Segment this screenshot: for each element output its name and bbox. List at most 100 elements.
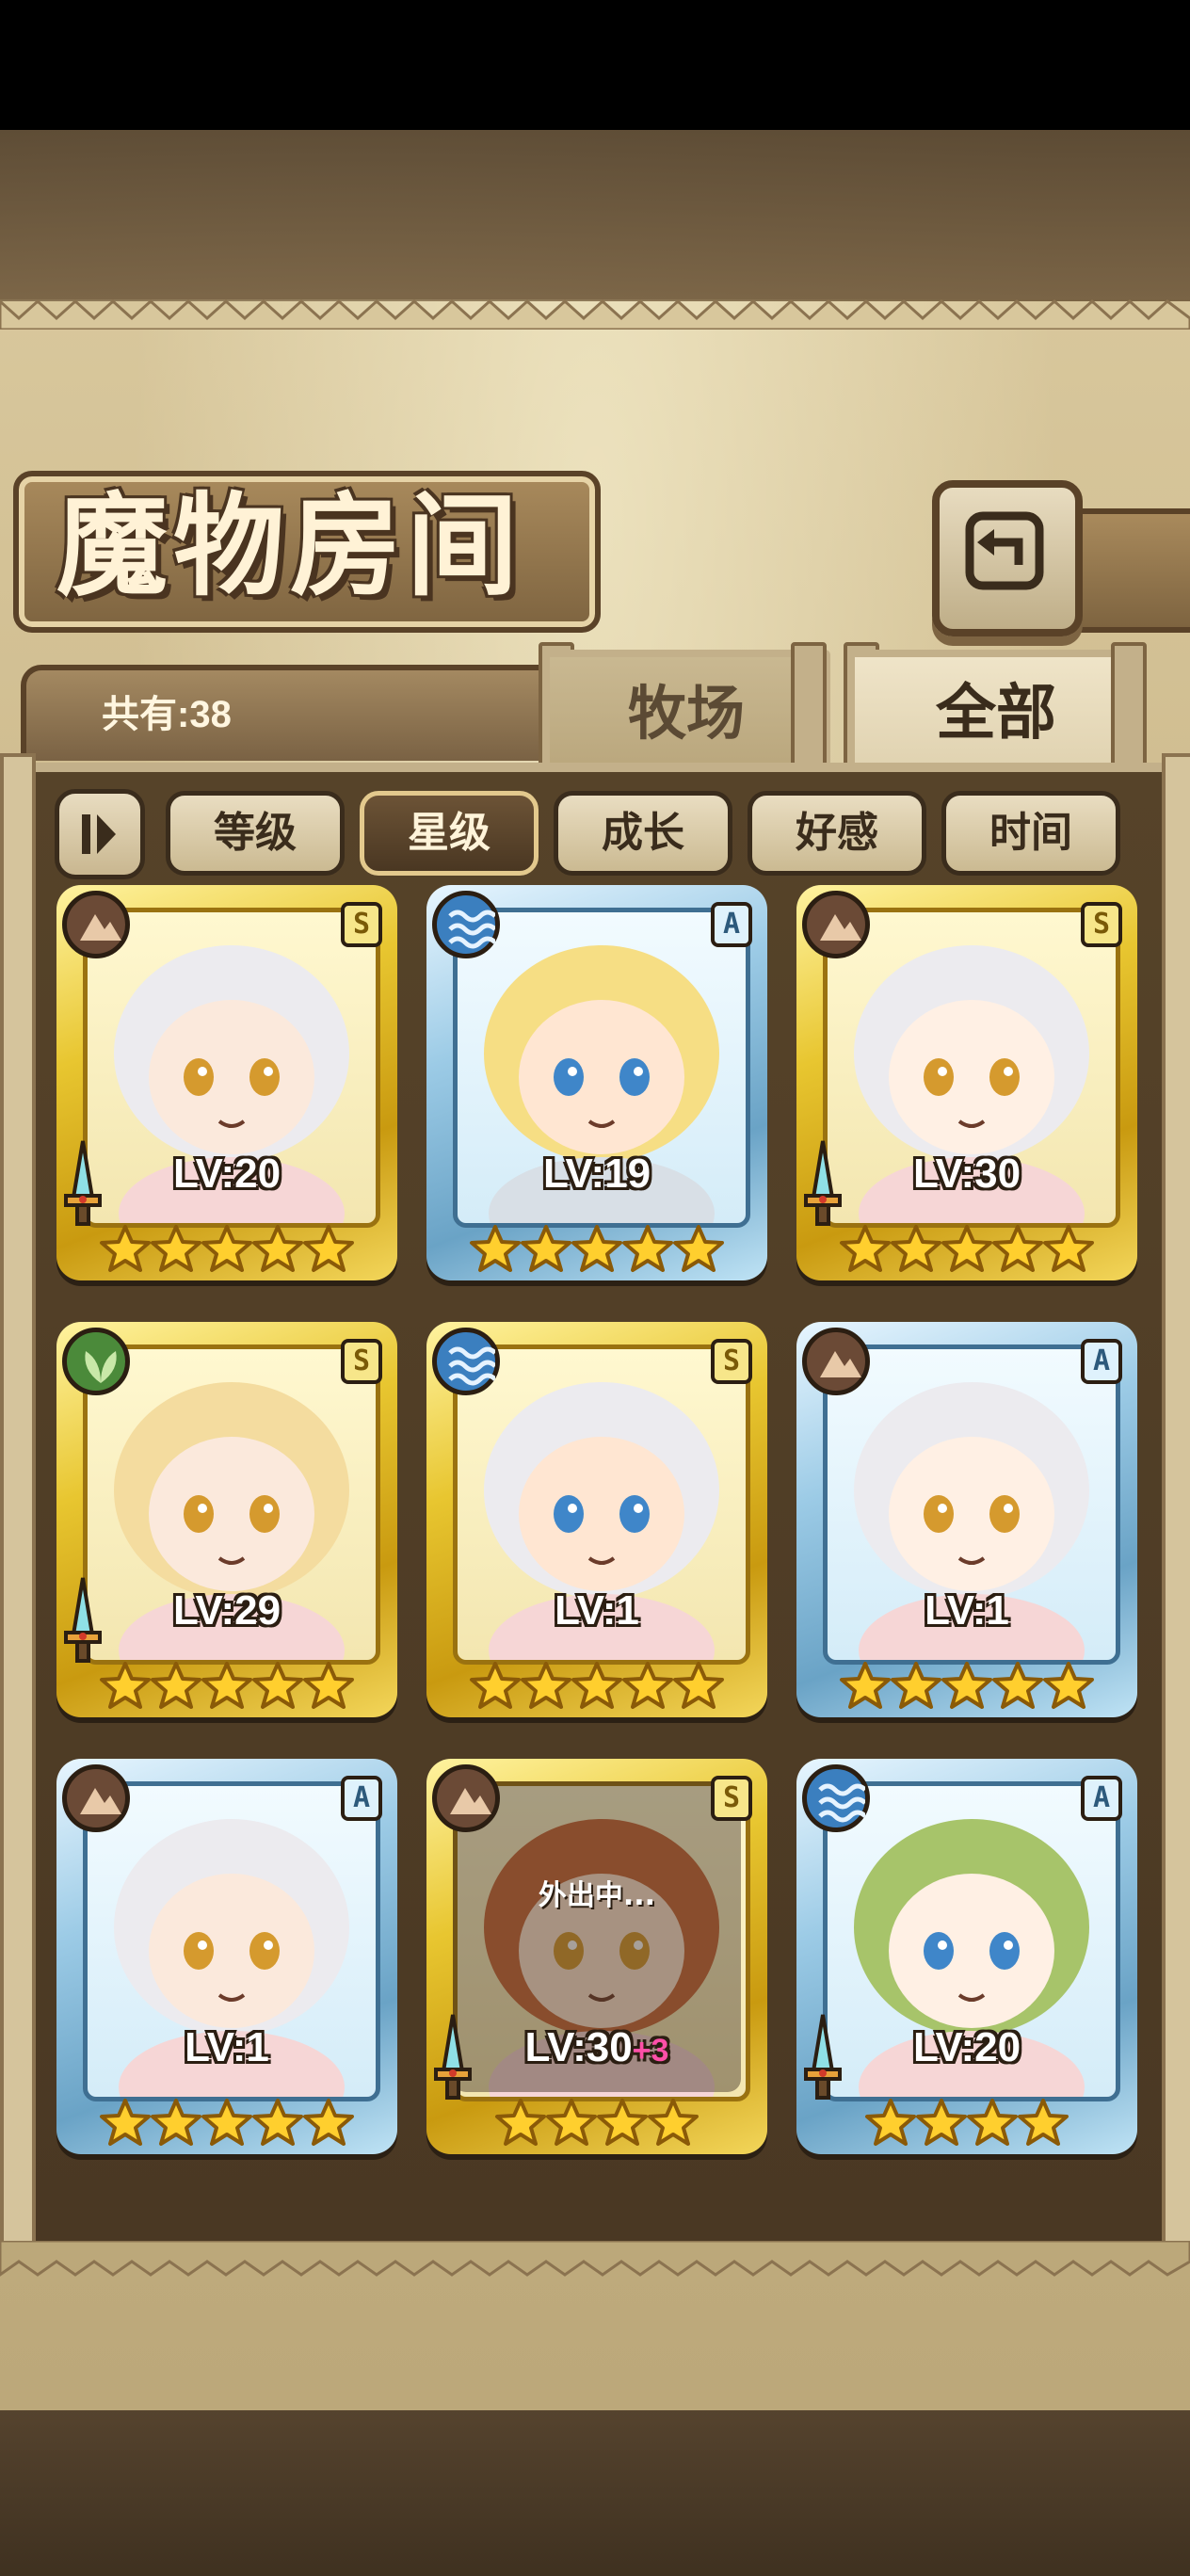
- star-icon: [648, 2099, 699, 2146]
- monster-level: LV:30+3: [426, 2024, 767, 2071]
- star-icon: [941, 1662, 992, 1709]
- star-icon: [916, 2099, 967, 2146]
- level-text: LV:20: [172, 1151, 281, 1197]
- monster-card[interactable]: A LV:19: [426, 885, 767, 1280]
- star-icon: [865, 2099, 916, 2146]
- star-icon: [622, 1225, 673, 1272]
- rank-badge: S: [341, 902, 382, 947]
- monster-level: LV:1: [426, 1587, 767, 1634]
- star-icon: [521, 1225, 571, 1272]
- monster-card[interactable]: A LV:1: [796, 1322, 1137, 1717]
- status-bar: [0, 0, 1190, 130]
- back-button[interactable]: [932, 480, 1083, 636]
- star-icon: [252, 2099, 303, 2146]
- star-icon: [891, 1662, 941, 1709]
- star-icon: [252, 1225, 303, 1272]
- sort-affection-button[interactable]: 好感: [748, 791, 926, 876]
- monster-level: LV:30: [796, 1151, 1137, 1198]
- monster-card[interactable]: S LV:30: [796, 885, 1137, 1280]
- monster-level: LV:1: [796, 1587, 1137, 1634]
- earth-element-icon: [802, 891, 870, 958]
- title-bar-right: [1064, 508, 1190, 633]
- water-element-icon: [432, 891, 500, 958]
- collection-count: 共有:38: [102, 694, 232, 735]
- star-icon: [100, 1225, 151, 1272]
- star-icon: [201, 1662, 252, 1709]
- star-icon: [1018, 2099, 1069, 2146]
- water-element-icon: [802, 1764, 870, 1832]
- sort-star-button[interactable]: 星级: [360, 791, 539, 876]
- star-icon: [571, 1225, 622, 1272]
- star-rating: [56, 1224, 397, 1277]
- star-rating: [426, 1661, 767, 1714]
- star-icon: [201, 1225, 252, 1272]
- monster-level: LV:29: [56, 1587, 397, 1634]
- monster-level: LV:20: [796, 2024, 1137, 2071]
- sort-time-button[interactable]: 时间: [941, 791, 1120, 876]
- earth-element-icon: [802, 1328, 870, 1395]
- water-element-icon: [432, 1328, 500, 1395]
- star-icon: [303, 1225, 354, 1272]
- star-rating: [56, 1661, 397, 1714]
- monster-card[interactable]: 外出中... S LV:30+3: [426, 1759, 767, 2154]
- panel-zigzag-bottom: [0, 2241, 1190, 2277]
- monster-card[interactable]: S LV:1: [426, 1322, 767, 1717]
- monster-level: LV:20: [56, 1151, 397, 1198]
- map-strip-bottom: [0, 2410, 1190, 2576]
- star-icon: [100, 2099, 151, 2146]
- monster-card[interactable]: S LV:20: [56, 885, 397, 1280]
- star-icon: [673, 1225, 724, 1272]
- map-strip-top: [0, 130, 1190, 299]
- monster-card[interactable]: S LV:29: [56, 1322, 397, 1717]
- star-rating: [796, 2098, 1137, 2150]
- level-bonus: +3: [632, 2033, 669, 2069]
- star-rating: [426, 2098, 767, 2150]
- rank-badge: A: [341, 1776, 382, 1821]
- star-icon: [673, 1662, 724, 1709]
- tab-post: [1111, 642, 1147, 776]
- sort-level-button[interactable]: 等级: [166, 791, 345, 876]
- monster-card[interactable]: A LV:1: [56, 1759, 397, 2154]
- earth-element-icon: [432, 1764, 500, 1832]
- rank-badge: S: [711, 1339, 752, 1384]
- star-icon: [891, 1225, 941, 1272]
- star-rating: [426, 1224, 767, 1277]
- sort-growth-button[interactable]: 成长: [554, 791, 732, 876]
- star-icon: [252, 1662, 303, 1709]
- tab-ranch[interactable]: 牧场: [542, 650, 830, 775]
- level-text: LV:1: [555, 1587, 639, 1634]
- monster-card[interactable]: A LV:20: [796, 1759, 1137, 2154]
- rank-badge: A: [711, 902, 752, 947]
- level-text: LV:1: [925, 1587, 1009, 1634]
- level-text: LV:30: [524, 2024, 633, 2070]
- star-rating: [796, 1224, 1137, 1277]
- back-return-icon: [965, 511, 1044, 590]
- star-icon: [1043, 1662, 1094, 1709]
- rank-badge: S: [341, 1339, 382, 1384]
- star-icon: [622, 1662, 673, 1709]
- panel-zigzag-top: [0, 298, 1190, 330]
- level-text: LV:29: [172, 1587, 281, 1634]
- star-icon: [1043, 1225, 1094, 1272]
- star-icon: [941, 1225, 992, 1272]
- star-icon: [470, 1225, 521, 1272]
- star-icon: [546, 2099, 597, 2146]
- star-icon: [151, 2099, 201, 2146]
- monster-level: LV:19: [426, 1151, 767, 1198]
- star-icon: [201, 2099, 252, 2146]
- earth-element-icon: [62, 1764, 130, 1832]
- sort-order-toggle[interactable]: [55, 789, 145, 879]
- star-rating: [796, 1661, 1137, 1714]
- board-post-left: [0, 753, 36, 2248]
- rank-badge: S: [711, 1776, 752, 1821]
- star-icon: [495, 2099, 546, 2146]
- away-status-label: 外出中...: [538, 1879, 656, 1912]
- star-icon: [840, 1662, 891, 1709]
- star-icon: [967, 2099, 1018, 2146]
- page-title: 魔物房间: [56, 480, 524, 611]
- monster-level: LV:1: [56, 2024, 397, 2071]
- leaf-element-icon: [62, 1328, 130, 1395]
- star-icon: [840, 1225, 891, 1272]
- sort-direction-icon: [82, 814, 116, 854]
- board-post-right: [1162, 753, 1190, 2248]
